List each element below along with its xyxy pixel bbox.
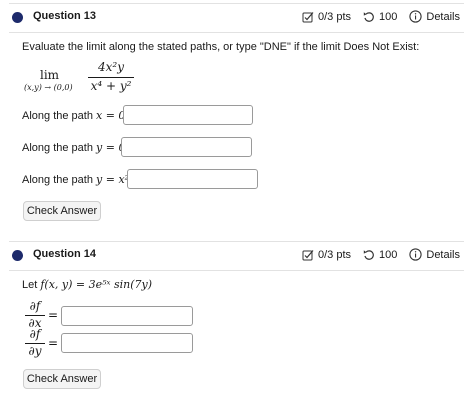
question-prompt: Evaluate the limit along the stated path… (22, 41, 420, 53)
attempts-text: 100 (379, 10, 398, 23)
path-label-1: Along the path x = 0: (22, 109, 130, 122)
limit-word: lim (40, 68, 60, 82)
path-y0-input[interactable] (121, 137, 252, 157)
partial-x-input[interactable] (61, 306, 193, 326)
check-answer-button[interactable]: Check Answer (23, 201, 101, 221)
details-link[interactable]: Details (426, 249, 460, 261)
info-icon[interactable] (409, 10, 423, 23)
details-link[interactable]: Details (426, 11, 460, 23)
question-title: Question 14 (33, 248, 96, 260)
question-title: Question 13 (33, 10, 96, 22)
function-definition: Let f(x, y) = 3e⁵ˣ sin(7y) (22, 278, 152, 291)
edit-check-icon (302, 249, 314, 261)
question-meta: 0/3 pts 100 Details (302, 10, 460, 23)
fraction-bar (88, 77, 134, 78)
question-status-dot (12, 12, 23, 23)
limit-numerator: 4x²y (98, 60, 124, 74)
question-status-dot (12, 250, 23, 261)
path-x0-input[interactable] (123, 105, 253, 125)
partial-x-numerator: ∂f (29, 299, 41, 313)
check-answer-button[interactable]: Check Answer (23, 369, 101, 389)
edit-check-icon (302, 11, 314, 23)
retry-icon[interactable] (363, 249, 375, 261)
limit-denominator: x⁴ + y² (90, 79, 132, 93)
partial-y-numerator: ∂f (29, 327, 41, 341)
limit-subscript: (x,y) → (0,0) (24, 83, 73, 92)
score-text: 0/3 pts (317, 248, 352, 261)
partial-y-input[interactable] (61, 333, 193, 353)
path-label-2: Along the path y = 0: (22, 141, 130, 154)
partial-x-equals: = (48, 308, 59, 322)
partial-y-equals: = (48, 336, 59, 350)
path-yx2-input[interactable] (127, 169, 258, 189)
question-14-header: Question 14 0/3 pts 100 Details (9, 241, 464, 271)
question-13-header: Question 13 0/3 pts 100 Details (9, 3, 464, 33)
partial-y-denominator: ∂y (28, 344, 42, 358)
info-icon[interactable] (409, 248, 423, 261)
attempts-text: 100 (379, 248, 398, 261)
retry-icon[interactable] (363, 11, 375, 23)
question-meta: 0/3 pts 100 Details (302, 248, 460, 261)
path-label-3: Along the path y = x²: (22, 173, 133, 186)
score-text: 0/3 pts (317, 10, 352, 23)
